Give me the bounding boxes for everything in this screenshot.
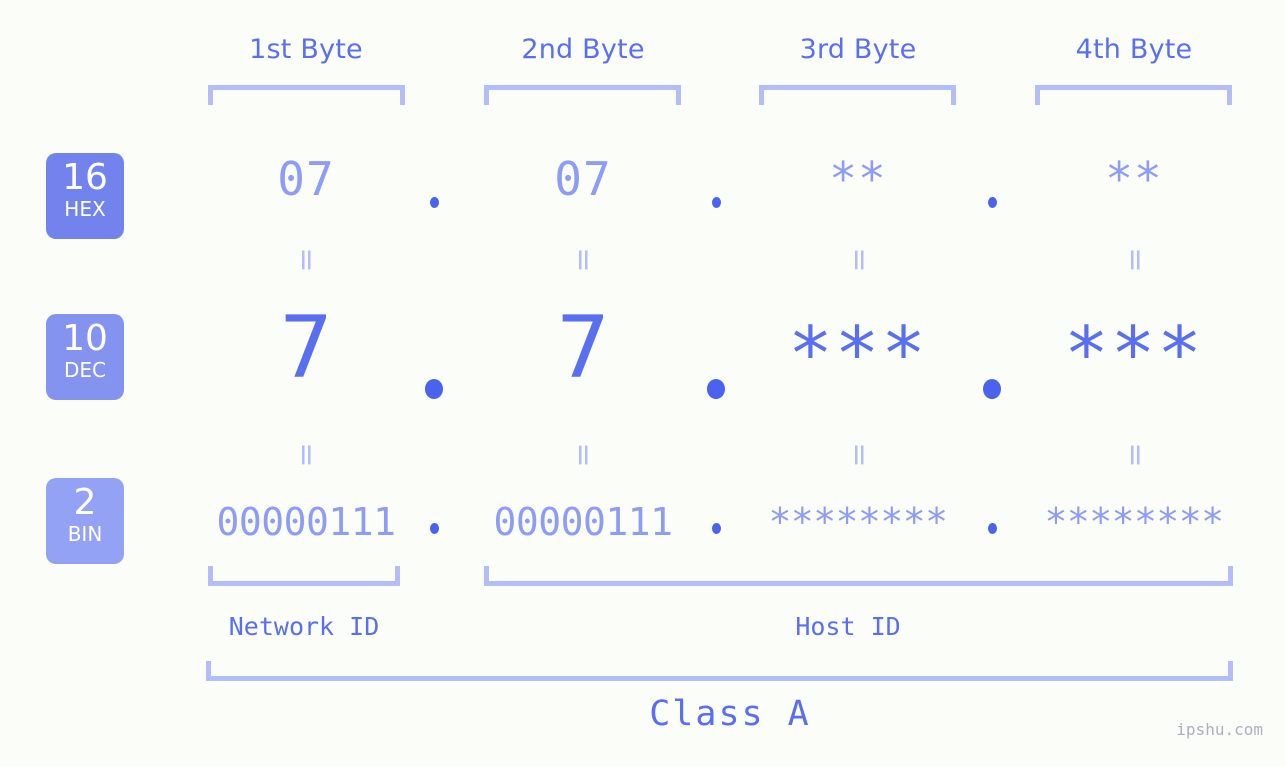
dec-value-byte-4: *** bbox=[1064, 311, 1204, 397]
dec-value-byte-1: 7 bbox=[278, 298, 334, 398]
equals-mark-hex-dec-3: = bbox=[842, 247, 877, 273]
base-badge-bin-unit: BIN bbox=[67, 522, 103, 546]
ip-address-breakdown-diagram: 1st Byte 2nd Byte 3rd Byte 4th Byte 16 H… bbox=[0, 0, 1285, 767]
equals-mark-dec-bin-2: = bbox=[566, 442, 601, 468]
network-id-label: Network ID bbox=[228, 612, 380, 641]
byte-header-1: 1st Byte bbox=[249, 34, 363, 65]
bin-separator-dot-1 bbox=[430, 523, 439, 534]
bin-value-byte-1: 00000111 bbox=[216, 500, 396, 544]
base-badge-dec-number: 10 bbox=[62, 318, 108, 359]
host-id-bracket bbox=[484, 566, 1233, 586]
byte-header-2: 2nd Byte bbox=[521, 34, 645, 65]
hex-value-byte-3: ** bbox=[829, 152, 887, 206]
equals-mark-dec-bin-1: = bbox=[289, 442, 324, 468]
hex-separator-dot-2 bbox=[712, 197, 721, 208]
bin-separator-dot-2 bbox=[712, 523, 721, 534]
dec-value-byte-3: *** bbox=[788, 311, 928, 397]
base-badge-hex-unit: HEX bbox=[64, 197, 106, 221]
base-badge-hex-number: 16 bbox=[62, 157, 108, 198]
byte-bracket-top-1 bbox=[208, 85, 405, 105]
byte-bracket-top-4 bbox=[1035, 85, 1232, 105]
bin-value-byte-3: ******** bbox=[768, 500, 948, 544]
dec-value-byte-2: 7 bbox=[555, 298, 611, 398]
hex-separator-dot-1 bbox=[430, 197, 439, 208]
equals-mark-hex-dec-4: = bbox=[1118, 247, 1153, 273]
base-badge-dec: 10 DEC bbox=[46, 314, 124, 400]
hex-value-byte-4: ** bbox=[1105, 152, 1163, 206]
equals-mark-dec-bin-3: = bbox=[842, 442, 877, 468]
dec-separator-dot-2 bbox=[707, 379, 725, 399]
byte-bracket-top-2 bbox=[484, 85, 681, 105]
class-bracket bbox=[206, 661, 1233, 681]
equals-mark-hex-dec-2: = bbox=[566, 247, 601, 273]
bin-separator-dot-3 bbox=[988, 523, 997, 534]
bin-value-byte-4: ******** bbox=[1044, 500, 1224, 544]
hex-value-byte-1: 07 bbox=[277, 152, 335, 206]
base-badge-bin: 2 BIN bbox=[46, 478, 124, 564]
class-label: Class A bbox=[649, 694, 811, 734]
network-id-bracket bbox=[208, 566, 400, 586]
bin-value-byte-2: 00000111 bbox=[493, 500, 673, 544]
watermark: ipshu.com bbox=[1176, 720, 1263, 739]
host-id-label: Host ID bbox=[795, 612, 901, 641]
equals-mark-dec-bin-4: = bbox=[1118, 442, 1153, 468]
hex-value-byte-2: 07 bbox=[554, 152, 612, 206]
equals-mark-hex-dec-1: = bbox=[289, 247, 324, 273]
base-badge-dec-unit: DEC bbox=[63, 358, 106, 382]
base-badge-hex: 16 HEX bbox=[46, 153, 124, 239]
byte-header-4: 4th Byte bbox=[1075, 34, 1193, 65]
base-badge-bin-number: 2 bbox=[73, 482, 97, 523]
hex-separator-dot-3 bbox=[988, 197, 997, 208]
byte-header-3: 3rd Byte bbox=[799, 34, 917, 65]
byte-bracket-top-3 bbox=[759, 85, 956, 105]
dec-separator-dot-3 bbox=[983, 379, 1001, 399]
dec-separator-dot-1 bbox=[425, 379, 443, 399]
